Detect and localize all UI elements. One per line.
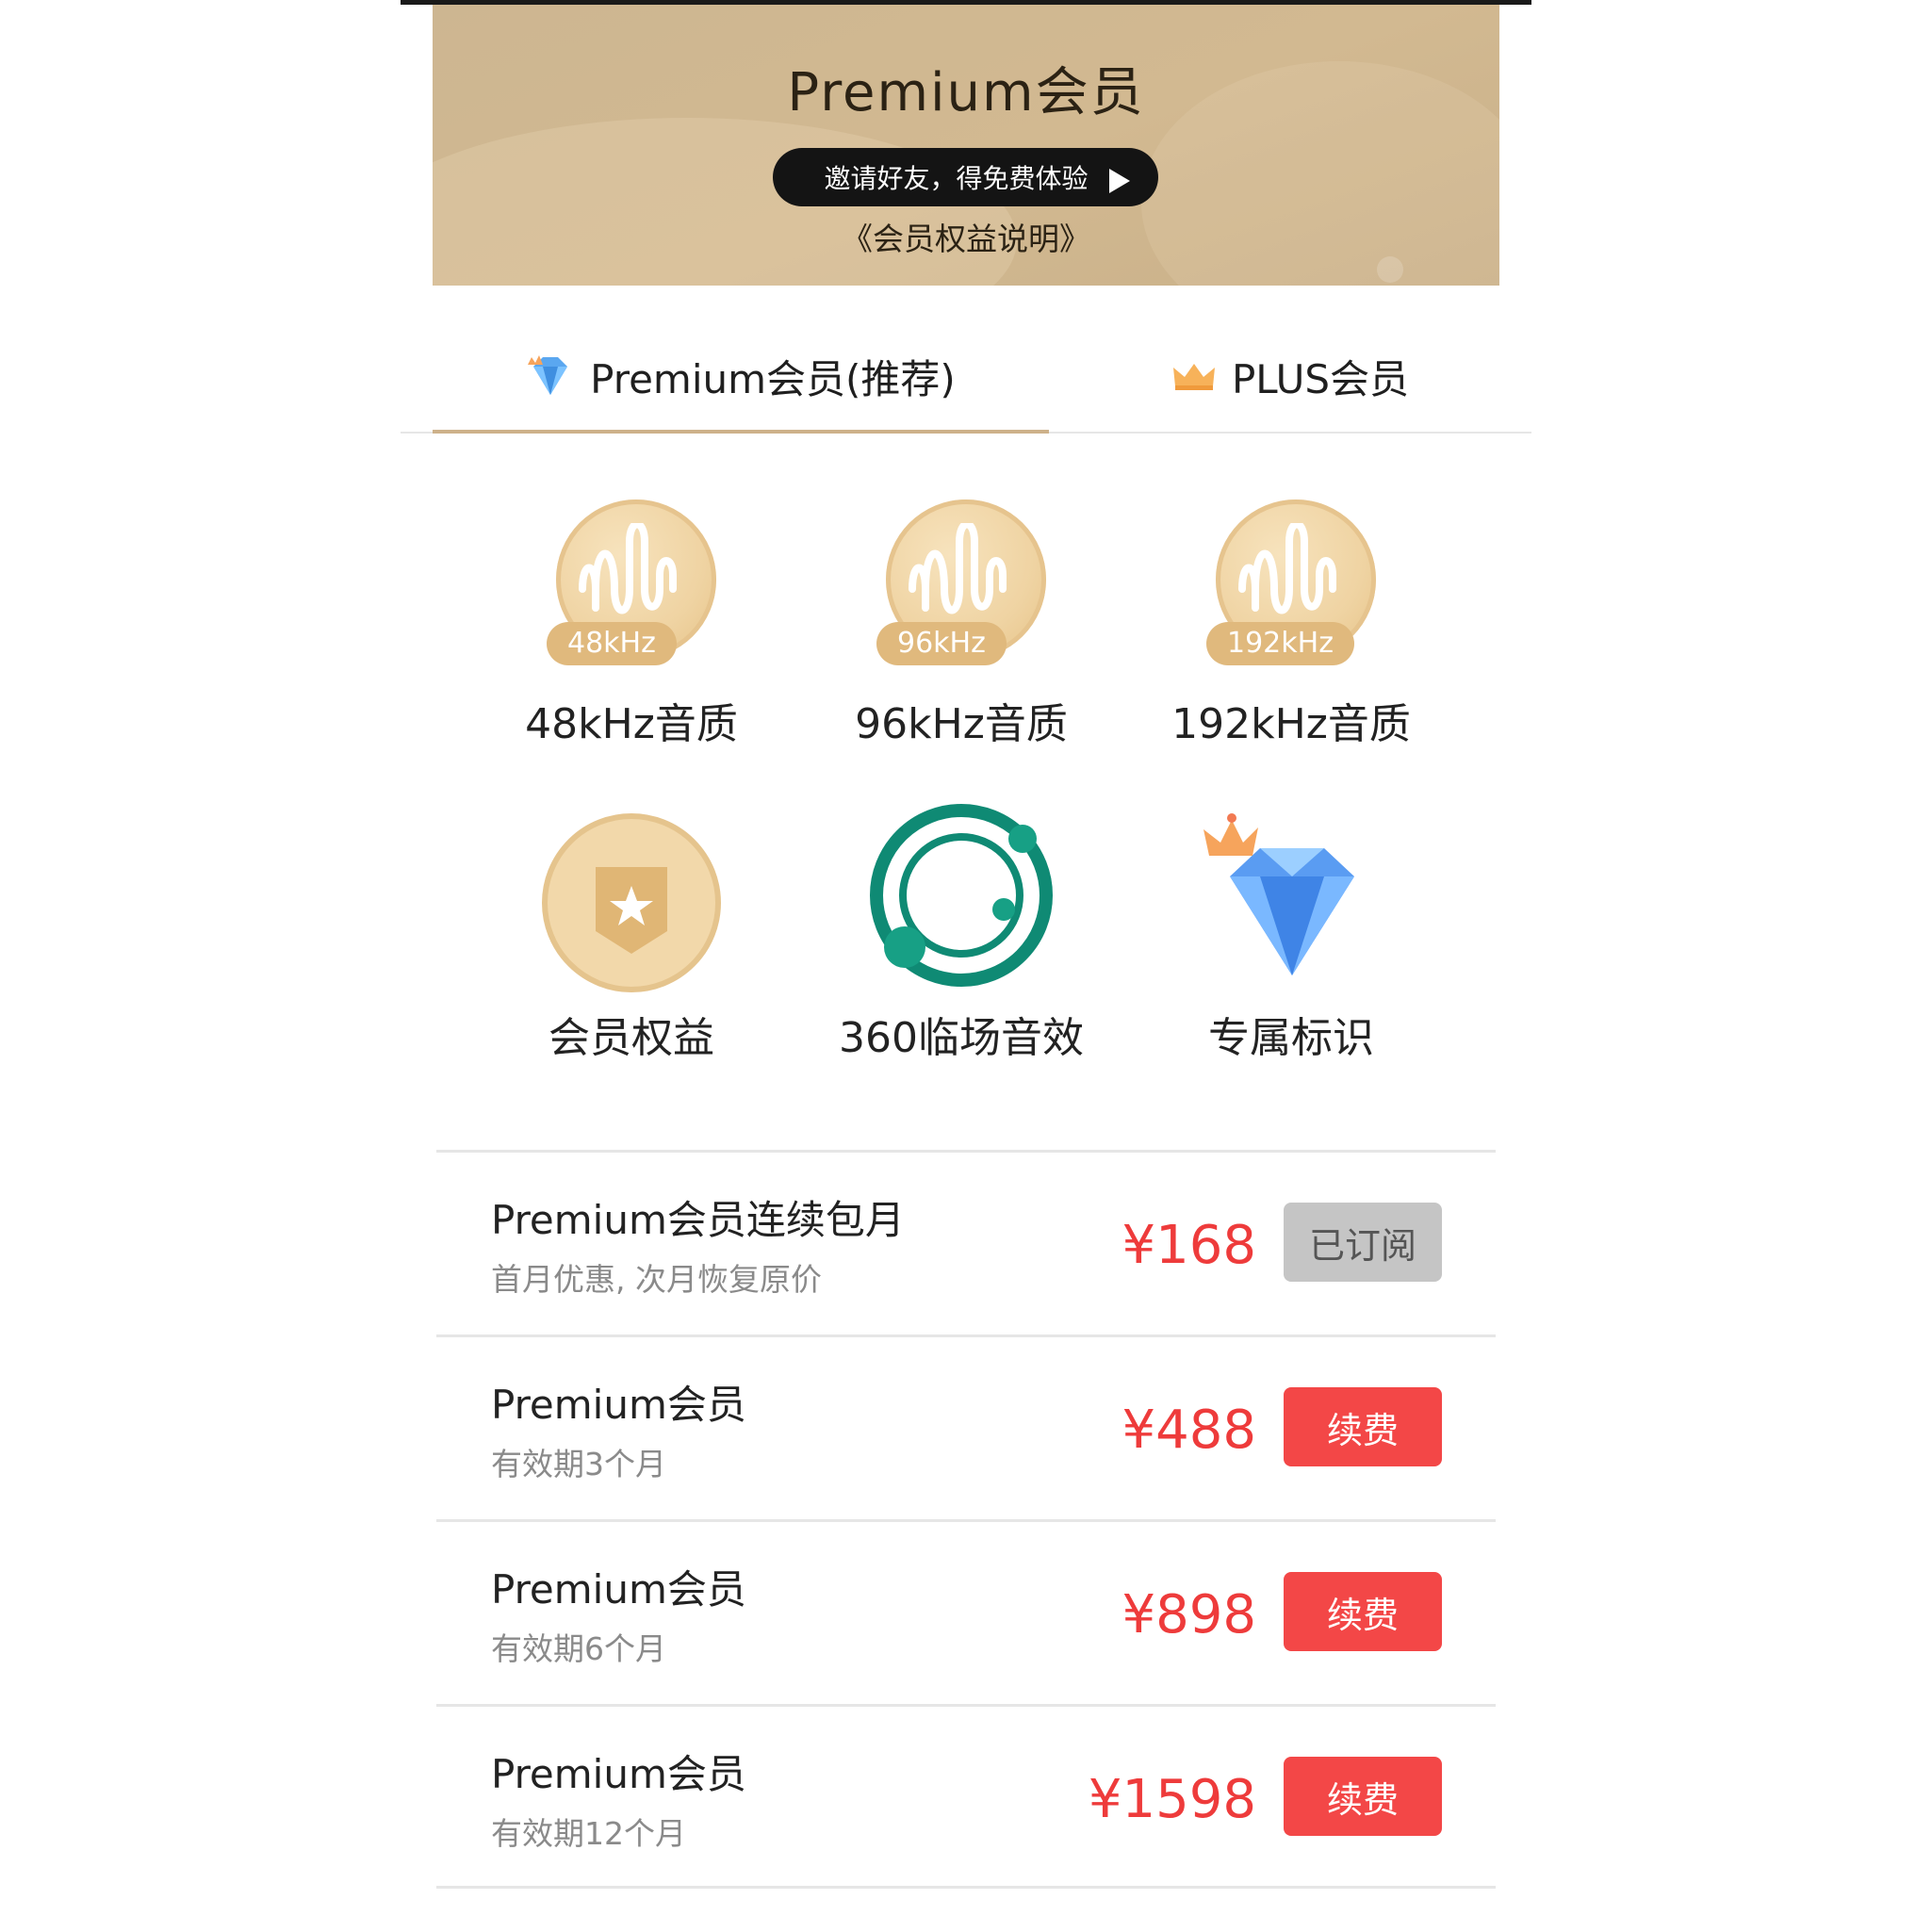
plan-description: 有效期3个月 [491, 1446, 666, 1482]
page-title: Premium会员 [787, 62, 1145, 123]
tab-plus[interactable]: PLUS会员 [1049, 320, 1531, 432]
tab-premium-label: Premium会员(推荐) [590, 355, 956, 402]
benefit-label: 360临场音效 [839, 1014, 1084, 1062]
diamond-icon [526, 353, 575, 399]
plan-name: Premium会员 [491, 1382, 746, 1428]
membership-tabs: Premium会员(推荐) PLUS会员 [401, 320, 1531, 434]
plan-name: Premium会员 [491, 1751, 746, 1797]
tab-premium[interactable]: Premium会员(推荐) [433, 320, 1049, 434]
orbit-icon [862, 796, 1060, 998]
renew-button[interactable]: 续费 [1284, 1757, 1442, 1836]
renew-button[interactable]: 续费 [1284, 1387, 1442, 1466]
plan-row: Premium会员 有效期3个月 ¥488 续费 [436, 1334, 1496, 1519]
plan-list: Premium会员连续包月 首月优惠, 次月恢复原价 ¥168 已订阅 Prem… [436, 1150, 1496, 1889]
plan-name: Premium会员 [491, 1566, 746, 1613]
plan-row: Premium会员 有效期6个月 ¥898 续费 [436, 1519, 1496, 1704]
plan-price: ¥1598 [1088, 1769, 1256, 1830]
benefit-label: 会员权益 [548, 1014, 714, 1062]
plan-row: Premium会员 有效期12个月 ¥1598 续费 [436, 1704, 1496, 1889]
benefit-member-rights: 会员权益 [490, 481, 773, 1062]
plan-price: ¥488 [1122, 1400, 1256, 1461]
plan-name: Premium会员连续包月 [491, 1197, 905, 1243]
plan-price: ¥168 [1122, 1215, 1256, 1276]
benefits-grid: 48kHz 48kHz音质 96kHz 96kHz音质 192kHz 192kH… [490, 481, 1433, 1103]
tab-plus-label: PLUS会员 [1231, 355, 1410, 402]
membership-banner: Premium会员 邀请好友，得免费体验 《会员权益说明》 [433, 5, 1499, 286]
benefit-360-sound: 360临场音效 [820, 481, 1103, 1062]
crown-icon [1171, 360, 1217, 392]
renew-button[interactable]: 续费 [1284, 1572, 1442, 1651]
active-tab-indicator [433, 430, 1049, 434]
benefit-exclusive-badge: 专属标识 [1150, 481, 1433, 1062]
subscribed-button[interactable]: 已订阅 [1284, 1203, 1442, 1282]
crowned-diamond-icon [1192, 810, 1390, 993]
plan-description: 有效期12个月 [491, 1815, 686, 1852]
star-shield-badge-icon [539, 810, 724, 999]
play-arrow-icon [1109, 169, 1130, 193]
banner-dot [1377, 256, 1403, 283]
plan-row: Premium会员连续包月 首月优惠, 次月恢复原价 ¥168 已订阅 [436, 1150, 1496, 1334]
plan-price: ¥898 [1122, 1584, 1256, 1645]
invite-friends-label: 邀请好友，得免费体验 [824, 163, 1089, 194]
plan-description: 首月优惠, 次月恢复原价 [491, 1261, 822, 1298]
membership-rights-link[interactable]: 《会员权益说明》 [433, 214, 1499, 259]
benefit-label: 专属标识 [1208, 1014, 1374, 1062]
invite-friends-button[interactable]: 邀请好友，得免费体验 [773, 148, 1158, 206]
plan-description: 有效期6个月 [491, 1630, 666, 1667]
